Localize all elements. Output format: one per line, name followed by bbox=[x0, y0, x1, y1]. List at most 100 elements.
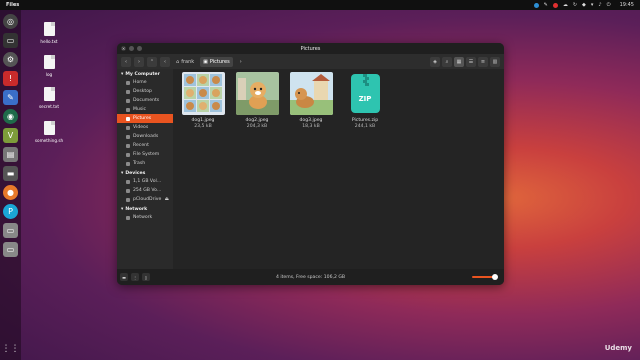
desktop-file[interactable]: secret.txt bbox=[34, 87, 64, 109]
file-item[interactable]: dog3.jpeg 18,3 kB bbox=[288, 72, 334, 129]
cloud-icon[interactable]: ☁ bbox=[563, 1, 568, 9]
file-item[interactable]: dog1.jpeg 23,5 kB bbox=[180, 72, 226, 129]
columns-view-button[interactable]: ▥ bbox=[490, 56, 500, 67]
breadcrumb-home[interactable]: ⌂ frank bbox=[173, 57, 197, 67]
top-bar: Files ✎ ☁ ↻ ◆ ▾ ♪ ⏻ 19:45 bbox=[0, 0, 640, 10]
sidebar-item-pcloud[interactable]: pCloudDrive ⏏ bbox=[117, 195, 173, 204]
close-button[interactable]: × bbox=[121, 46, 126, 51]
clock[interactable]: 19:45 bbox=[620, 1, 634, 9]
image-thumbnail bbox=[235, 72, 279, 115]
ubuntu-icon[interactable]: ◎ bbox=[3, 14, 18, 29]
file-item[interactable]: ZIP Pictures.zip 244,1 kB bbox=[342, 72, 388, 129]
record-icon[interactable] bbox=[552, 2, 558, 8]
toolbar: ‹ › ⌃ ‹ ⌂ frank ▣ Pictures › ◈ ⌕ ▦ ☰ ≡ ▥ bbox=[117, 54, 504, 69]
zoom-slider-knob[interactable] bbox=[492, 274, 498, 280]
file-size: 18,3 kB bbox=[302, 124, 320, 129]
location-pin-icon[interactable]: ◈ bbox=[430, 56, 440, 67]
sidebar-item-videos[interactable]: Videos bbox=[117, 123, 173, 132]
sync-icon[interactable]: ↻ bbox=[573, 1, 577, 9]
list-view-button[interactable]: ☰ bbox=[466, 56, 476, 67]
network-icon[interactable]: ▾ bbox=[591, 1, 594, 9]
drive-icon bbox=[126, 179, 130, 184]
pcloud-icon[interactable]: P bbox=[3, 204, 18, 219]
sidebar-header-network[interactable]: ▾ Network bbox=[117, 206, 173, 213]
sidebar-item-volume-2[interactable]: 254 GB Vo... bbox=[117, 186, 173, 195]
next-crumb-button[interactable]: › bbox=[236, 57, 246, 67]
sidebar-item-pictures[interactable]: Pictures bbox=[117, 114, 173, 123]
downloads-icon bbox=[126, 134, 130, 139]
sidebar-header-my-computer[interactable]: ▾ My Computer bbox=[117, 71, 173, 78]
maximize-button[interactable] bbox=[137, 46, 142, 51]
sidebar-item-downloads[interactable]: Downloads bbox=[117, 132, 173, 141]
up-button[interactable]: ⌃ bbox=[147, 56, 157, 67]
shield-icon[interactable]: ◆ bbox=[582, 1, 586, 9]
settings-icon[interactable]: ⚙ bbox=[3, 52, 18, 67]
sidebar-item-recent[interactable]: Recent bbox=[117, 141, 173, 150]
image-thumbnail bbox=[181, 72, 225, 115]
minimize-button[interactable] bbox=[129, 46, 134, 51]
system-tray: ✎ ☁ ↻ ◆ ▾ ♪ ⏻ 19:45 bbox=[533, 1, 634, 9]
sidebar-item-network[interactable]: Network bbox=[117, 213, 173, 222]
documents-icon bbox=[126, 98, 130, 103]
sidebar-item-music[interactable]: Music bbox=[117, 105, 173, 114]
compact-view-button[interactable]: ≡ bbox=[478, 56, 488, 67]
file-name: dog3.jpeg bbox=[299, 118, 323, 123]
file-item[interactable]: dog2.jpeg 204,3 kB bbox=[234, 72, 280, 129]
desktop-file[interactable]: something.sh bbox=[34, 121, 64, 143]
zip-archive-icon bbox=[344, 72, 387, 115]
back-button[interactable]: ‹ bbox=[121, 56, 131, 67]
desktop-file[interactable]: log bbox=[34, 55, 64, 77]
search-icon[interactable]: ⌕ bbox=[442, 56, 452, 67]
icon-view-button[interactable]: ▦ bbox=[454, 56, 464, 67]
videos-icon bbox=[126, 125, 130, 130]
sidebar: ▾ My Computer Home Desktop Documents Musi… bbox=[117, 69, 173, 271]
file-icon bbox=[43, 55, 55, 69]
files-icon[interactable]: ▤ bbox=[3, 147, 18, 162]
window-titlebar[interactable]: × Pictures bbox=[117, 43, 504, 54]
sidebar-item-desktop[interactable]: Desktop bbox=[117, 87, 173, 96]
power-icon[interactable]: ⏻ bbox=[607, 1, 611, 9]
volume-drive-icon-2[interactable]: ▭ bbox=[3, 242, 18, 257]
text-editor-icon[interactable]: ✎ bbox=[3, 90, 18, 105]
volume-drive-icon[interactable]: ▭ bbox=[3, 223, 18, 238]
sidebar-item-documents[interactable]: Documents bbox=[117, 96, 173, 105]
file-grid: dog1.jpeg 23,5 kB dog2.jpeg 204,3 kB dog… bbox=[173, 69, 504, 269]
file-icon bbox=[43, 121, 55, 135]
firefox-icon[interactable]: ● bbox=[3, 185, 18, 200]
sidebar-item-home[interactable]: Home bbox=[117, 78, 173, 87]
volume-icon[interactable]: ♪ bbox=[598, 1, 601, 9]
file-size: 23,5 kB bbox=[194, 124, 212, 129]
sidebar-item-trash[interactable]: Trash bbox=[117, 159, 173, 168]
drive-icon bbox=[126, 197, 130, 202]
status-bar: ▬ ⋮ ▯ 4 items, Free space: 106,2 GB bbox=[117, 269, 504, 285]
sidebar-toggle-button[interactable]: ▯ bbox=[142, 273, 150, 281]
alert-icon[interactable]: ! bbox=[3, 71, 18, 86]
eject-icon[interactable]: ⏏ bbox=[165, 197, 169, 202]
file-size: 244,1 kB bbox=[354, 124, 376, 129]
active-app-name[interactable]: Files bbox=[6, 2, 19, 8]
network-icon bbox=[126, 215, 130, 220]
pencil-icon[interactable]: ✎ bbox=[544, 1, 548, 9]
trash-icon bbox=[126, 161, 130, 166]
indicator-icon[interactable] bbox=[533, 2, 539, 8]
chevron-down-icon: ▾ bbox=[121, 207, 124, 212]
globe-icon[interactable]: ◉ bbox=[3, 109, 18, 124]
file-name: Pictures.zip bbox=[351, 118, 379, 123]
toggle-location-button[interactable]: ‹ bbox=[160, 56, 170, 67]
desktop-file-label: hello.txt bbox=[40, 39, 58, 44]
sidebar-header-devices[interactable]: ▾ Devices bbox=[117, 170, 173, 177]
app-grid-icon[interactable]: ⋮⋮ bbox=[2, 341, 20, 356]
forward-button[interactable]: › bbox=[134, 56, 144, 67]
desktop-file-label: log bbox=[45, 72, 53, 77]
places-toggle-button[interactable]: ▬ bbox=[120, 273, 128, 281]
zoom-slider[interactable] bbox=[472, 274, 498, 280]
sidebar-item-file-system[interactable]: File System bbox=[117, 150, 173, 159]
vpn-icon[interactable]: V bbox=[3, 128, 18, 143]
drive-icon[interactable]: ▬ bbox=[3, 166, 18, 181]
desktop-file[interactable]: hello.txt bbox=[34, 22, 64, 44]
status-text: 4 items, Free space: 106,2 GB bbox=[275, 274, 346, 280]
terminal-icon[interactable]: ▭ bbox=[3, 33, 18, 48]
breadcrumb-pictures[interactable]: ▣ Pictures bbox=[200, 56, 233, 67]
sidebar-item-volume-1[interactable]: 1,1 GB Vol... bbox=[117, 177, 173, 186]
tree-toggle-button[interactable]: ⋮ bbox=[131, 273, 139, 281]
